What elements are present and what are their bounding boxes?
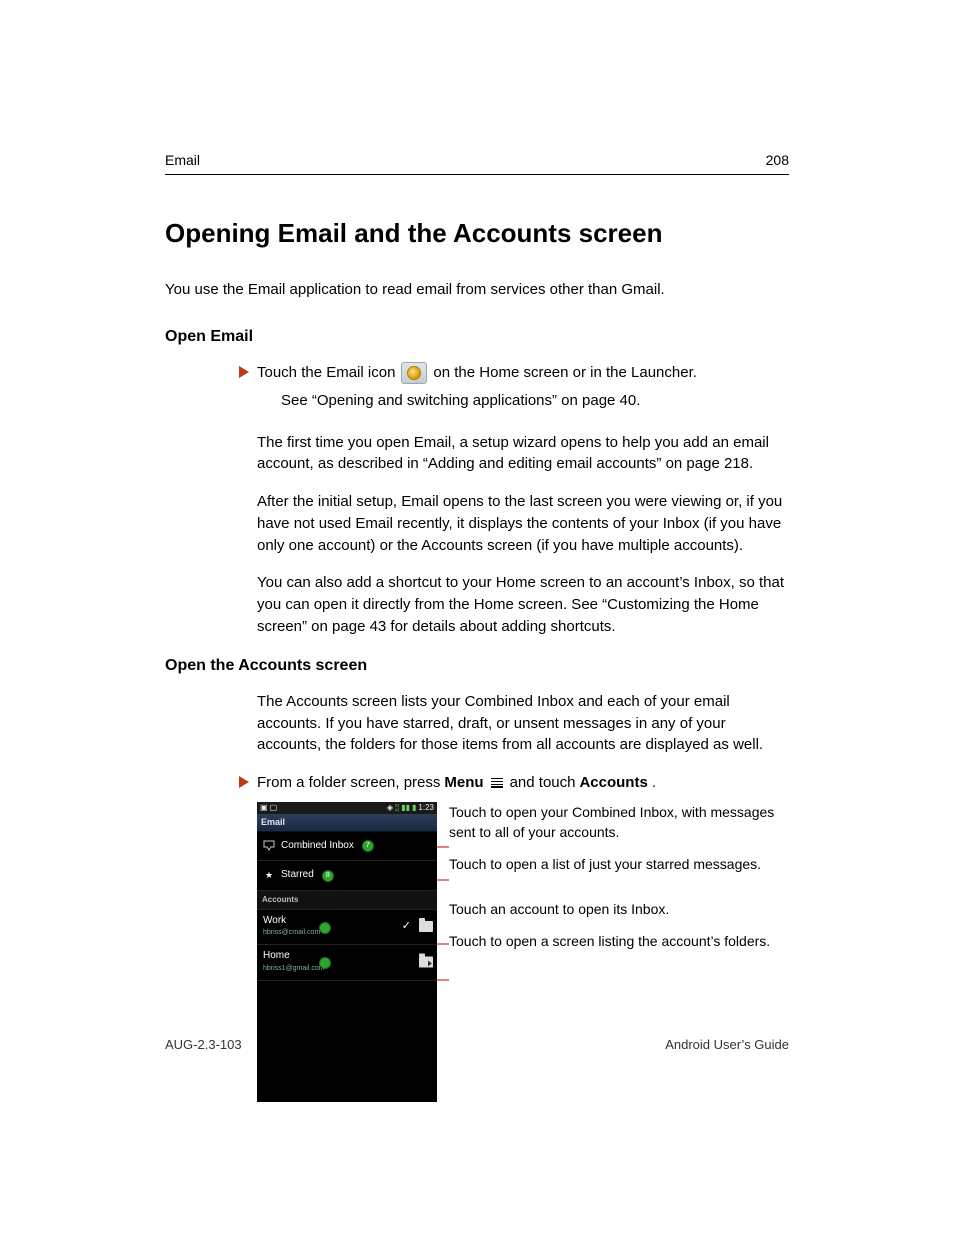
app-titlebar: Email <box>257 814 437 832</box>
step-open-accounts: From a folder screen, press Menu and tou… <box>257 772 789 794</box>
running-header: Email 208 <box>165 150 789 175</box>
account-row-work[interactable]: Work hbriss@cmail.com ✓ <box>257 910 437 946</box>
signal-icon: ▮▮ <box>401 802 410 814</box>
account-row-home[interactable]: Home hbriss1@gmail.com <box>257 945 437 981</box>
starred-row[interactable]: ★ Starred 8 <box>257 861 437 891</box>
star-icon: ★ <box>263 870 275 882</box>
page-footer: AUG-2.3-103 Android User’s Guide <box>165 1036 789 1055</box>
header-page-number: 208 <box>766 150 789 170</box>
folder-icon[interactable] <box>419 957 433 968</box>
accounts-section-label: Accounts <box>257 891 437 910</box>
callout-account-folders: Touch to open a screen listing the accou… <box>449 931 789 951</box>
default-check-icon: ✓ <box>402 919 411 935</box>
header-section: Email <box>165 150 200 170</box>
figure: ▣ ▢ ◈ ¦¦ ▮▮ ▮ 1:23 Email <box>257 802 789 1102</box>
step-open-email: Touch the Email icon on the Home screen … <box>257 362 789 426</box>
sync-icon: ◈ <box>387 802 393 814</box>
intro-paragraph: You use the Email application to read em… <box>165 279 789 301</box>
callout-combined-inbox: Touch to open your Combined Inbox, with … <box>449 802 789 843</box>
network-icon: ¦¦ <box>395 802 399 814</box>
callout-account-inbox: Touch an account to open its Inbox. <box>449 899 789 919</box>
accounts-label: Accounts <box>579 772 647 794</box>
step-text-pre: From a folder screen, press <box>257 772 440 794</box>
combined-inbox-label: Combined Inbox <box>281 839 354 854</box>
step-text-pre: Touch the Email icon <box>257 362 395 384</box>
step-text-post: on the Home screen or in the Launcher. <box>433 362 697 384</box>
step-marker-icon <box>239 776 249 788</box>
account-name: Home <box>263 949 431 964</box>
page: Email 208 Opening Email and the Accounts… <box>0 0 954 1235</box>
unread-badge: 7 <box>362 840 374 852</box>
section-heading-open-email: Open Email <box>165 325 789 348</box>
folder-icon[interactable] <box>419 921 433 932</box>
callouts: Touch to open your Combined Inbox, with … <box>437 802 789 963</box>
section-heading-open-accounts: Open the Accounts screen <box>165 654 789 677</box>
menu-label: Menu <box>444 772 483 794</box>
callout-starred: Touch to open a list of just your starre… <box>449 854 789 874</box>
starred-label: Starred <box>281 868 314 883</box>
paragraph: The first time you open Email, a setup w… <box>257 432 789 476</box>
notification-icon: ▣ <box>260 802 268 814</box>
paragraph: You can also add a shortcut to your Home… <box>257 572 789 637</box>
battery-icon: ▮ <box>412 802 416 814</box>
email-app-icon <box>401 362 427 384</box>
account-address: hbriss1@gmail.com <box>263 964 431 974</box>
combined-inbox-icon <box>263 840 275 852</box>
status-time: 1:23 <box>418 802 434 814</box>
step-text-end: . <box>652 772 656 794</box>
step-text-mid: and touch <box>510 772 576 794</box>
footer-right: Android User’s Guide <box>665 1036 789 1055</box>
page-title: Opening Email and the Accounts screen <box>165 215 789 253</box>
step-reference: See “Opening and switching applications”… <box>281 390 789 412</box>
paragraph: The Accounts screen lists your Combined … <box>257 691 789 756</box>
combined-inbox-row[interactable]: Combined Inbox 7 <box>257 832 437 862</box>
footer-left: AUG-2.3-103 <box>165 1036 242 1055</box>
status-bar: ▣ ▢ ◈ ¦¦ ▮▮ ▮ 1:23 <box>257 802 437 814</box>
step-marker-icon <box>239 366 249 378</box>
menu-icon <box>491 778 503 788</box>
paragraph: After the initial setup, Email opens to … <box>257 491 789 556</box>
unread-badge: 8 <box>322 870 334 882</box>
unread-badge <box>319 922 331 934</box>
notification-icon: ▢ <box>270 802 278 814</box>
phone-screenshot: ▣ ▢ ◈ ¦¦ ▮▮ ▮ 1:23 Email <box>257 802 437 1102</box>
